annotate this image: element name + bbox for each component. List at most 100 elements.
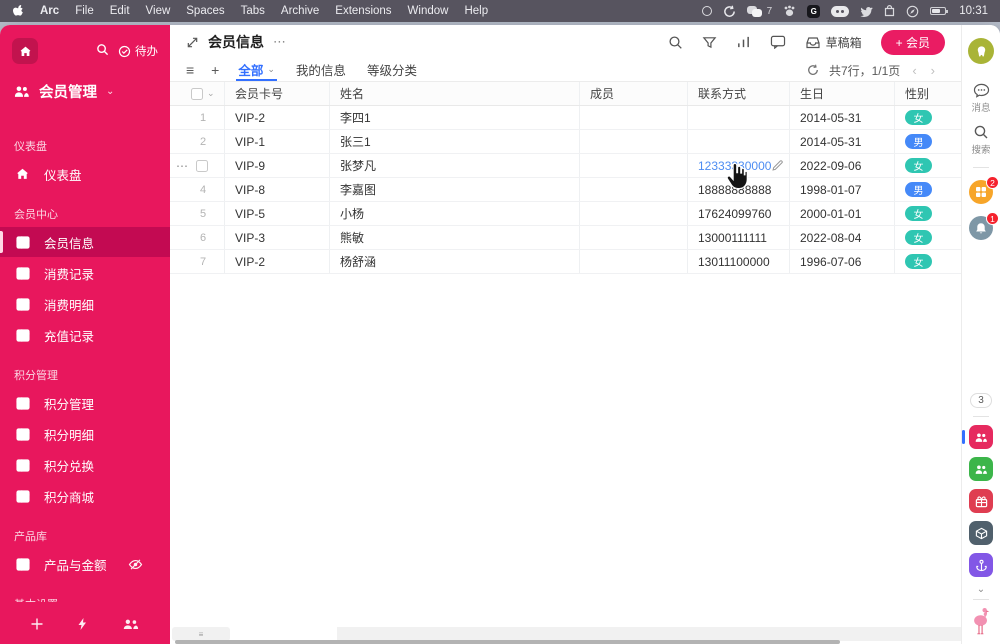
more-icon[interactable]: ⋯ bbox=[273, 34, 287, 50]
row-select-cell[interactable]: 2 bbox=[170, 130, 225, 153]
chat-icon[interactable] bbox=[746, 5, 762, 17]
add-view-icon[interactable]: + bbox=[211, 59, 219, 81]
cell-birthday[interactable]: 1998-01-07 bbox=[790, 178, 895, 201]
app-icon-gift[interactable] bbox=[969, 489, 993, 513]
hscroll-track[interactable] bbox=[337, 627, 961, 641]
filter-icon[interactable] bbox=[702, 35, 717, 50]
bag-icon[interactable] bbox=[884, 5, 895, 17]
cell-gender[interactable]: 女 bbox=[895, 202, 961, 225]
row-select-cell[interactable]: 6 bbox=[170, 226, 225, 249]
cell-birthday[interactable]: 2022-08-04 bbox=[790, 226, 895, 249]
cell-birthday[interactable]: 2022-09-06 bbox=[790, 154, 895, 177]
cell-name[interactable]: 张三1 bbox=[330, 130, 580, 153]
cell-birthday[interactable]: 1996-07-06 bbox=[790, 250, 895, 273]
cell-gender[interactable]: 女 bbox=[895, 250, 961, 273]
chevron-down-icon[interactable]: ⌄ bbox=[267, 64, 275, 75]
cell-member[interactable] bbox=[580, 106, 688, 129]
table-row[interactable]: 5 VIP-5 小杨 17624099760 2000-01-01 女 bbox=[170, 202, 961, 226]
cell-name[interactable]: 张梦凡 bbox=[330, 154, 580, 177]
cell-card[interactable]: VIP-2 bbox=[225, 106, 330, 129]
cell-member[interactable] bbox=[580, 202, 688, 225]
search-icon[interactable] bbox=[668, 35, 683, 50]
table-row[interactable]: 6 VIP-3 熊敏 13000111111 2022-08-04 女 bbox=[170, 226, 961, 250]
sidebar-item-会员信息[interactable]: 会员信息 bbox=[0, 227, 170, 257]
contact-value[interactable]: 17624099760 bbox=[698, 207, 771, 221]
chevron-down-icon[interactable]: ⌄ bbox=[207, 88, 215, 99]
sidebar-item-充值记录[interactable]: 充值记录 bbox=[0, 320, 170, 350]
cell-card[interactable]: VIP-1 bbox=[225, 130, 330, 153]
footer-handle[interactable]: ≡ bbox=[172, 627, 230, 641]
cell-card[interactable]: VIP-3 bbox=[225, 226, 330, 249]
menu-item-help[interactable]: Help bbox=[464, 5, 488, 17]
cell-contact[interactable]: 13000111111 bbox=[688, 226, 790, 249]
row-select-cell[interactable]: ⋯ bbox=[170, 154, 225, 177]
app-icon-anchor[interactable] bbox=[969, 553, 993, 577]
rail-chevron-down-icon[interactable]: ⌄ bbox=[977, 584, 985, 595]
cell-card[interactable]: VIP-9 bbox=[225, 154, 330, 177]
record-icon[interactable] bbox=[701, 6, 712, 16]
sidebar-item-积分兑换[interactable]: 积分兑换 bbox=[0, 450, 170, 480]
app-icon-members-pink[interactable] bbox=[962, 425, 993, 449]
row-checkbox[interactable] bbox=[195, 159, 208, 172]
select-all-cell[interactable]: ⌄ bbox=[170, 82, 225, 105]
cell-gender[interactable]: 男 bbox=[895, 130, 961, 153]
comment-icon[interactable] bbox=[770, 35, 786, 49]
tab-全部[interactable]: 全部 ⌄ bbox=[236, 59, 277, 81]
cell-card[interactable]: VIP-2 bbox=[225, 250, 330, 273]
cell-member[interactable] bbox=[580, 178, 688, 201]
row-select-cell[interactable]: 5 bbox=[170, 202, 225, 225]
cell-gender[interactable]: 女 bbox=[895, 226, 961, 249]
row-select-cell[interactable]: 4 bbox=[170, 178, 225, 201]
sort-bars-icon[interactable] bbox=[736, 35, 751, 49]
expand-icon[interactable] bbox=[186, 36, 199, 49]
menu-item-arc[interactable]: Arc bbox=[40, 5, 59, 17]
sidebar-item-积分管理[interactable]: 积分管理 bbox=[0, 388, 170, 418]
prev-page-icon[interactable]: ‹ bbox=[910, 63, 918, 78]
view-list-icon[interactable]: ≡ bbox=[186, 59, 194, 81]
menu-item-edit[interactable]: Edit bbox=[110, 5, 130, 17]
select-all-checkbox[interactable] bbox=[191, 87, 203, 100]
cell-name[interactable]: 李嘉图 bbox=[330, 178, 580, 201]
cell-member[interactable] bbox=[580, 226, 688, 249]
sidebar-item-积分商城[interactable]: 积分商城 bbox=[0, 481, 170, 511]
notifications-button[interactable]: 1 bbox=[969, 212, 999, 240]
table-row[interactable]: ⋯VIP-9张梦凡123333300002022-09-06女 bbox=[170, 154, 961, 178]
table-row[interactable]: 7 VIP-2 杨舒涵 13011100000 1996-07-06 女 bbox=[170, 250, 961, 274]
menu-item-archive[interactable]: Archive bbox=[281, 5, 319, 17]
tab-我的信息[interactable]: 我的信息 bbox=[294, 59, 348, 81]
cell-member[interactable] bbox=[580, 250, 688, 273]
column-header-姓名[interactable]: 姓名 bbox=[330, 82, 580, 105]
cell-gender[interactable]: 男 bbox=[895, 178, 961, 201]
todo-button[interactable]: 待办 bbox=[118, 43, 158, 59]
table-row[interactable]: 1 VIP-2 李四1 2014-05-31 女 bbox=[170, 106, 961, 130]
apple-logo-icon[interactable] bbox=[12, 4, 24, 18]
rail-count-badge[interactable]: 3 bbox=[970, 393, 992, 408]
cell-name[interactable]: 杨舒涵 bbox=[330, 250, 580, 273]
cell-contact[interactable] bbox=[688, 106, 790, 129]
add-member-button[interactable]: + 会员 bbox=[880, 29, 945, 55]
cell-contact[interactable] bbox=[688, 130, 790, 153]
switcher-pill-icon[interactable] bbox=[831, 5, 850, 17]
next-page-icon[interactable]: › bbox=[929, 63, 937, 78]
workspace-switcher[interactable]: 会员管理 ⌄ bbox=[13, 81, 158, 102]
column-header-成员[interactable]: 成员 bbox=[580, 82, 688, 105]
cell-birthday[interactable]: 2014-05-31 bbox=[790, 106, 895, 129]
menu-item-extensions[interactable]: Extensions bbox=[335, 5, 391, 17]
compass-icon[interactable] bbox=[906, 5, 919, 18]
collaborators-button[interactable] bbox=[122, 618, 140, 631]
cell-member[interactable] bbox=[580, 154, 688, 177]
row-select-cell[interactable]: 1 bbox=[170, 106, 225, 129]
column-header-联系方式[interactable]: 联系方式 bbox=[688, 82, 790, 105]
drafts-button[interactable]: 草稿箱 bbox=[805, 34, 862, 51]
sidebar-item-仪表盘[interactable]: 仪表盘 bbox=[0, 159, 170, 189]
cell-card[interactable]: VIP-8 bbox=[225, 178, 330, 201]
contact-value[interactable]: 13000111111 bbox=[698, 231, 767, 245]
sidebar-item-消费明细[interactable]: 消费明细 bbox=[0, 289, 170, 319]
tab-等级分类[interactable]: 等级分类 bbox=[365, 59, 419, 81]
automation-button[interactable] bbox=[76, 617, 89, 631]
menu-item-spaces[interactable]: Spaces bbox=[186, 5, 224, 17]
refresh-icon[interactable] bbox=[807, 64, 819, 76]
home-button[interactable] bbox=[12, 38, 38, 64]
g-app-icon[interactable]: G bbox=[807, 4, 821, 18]
hscroll-thumb[interactable] bbox=[175, 640, 840, 644]
